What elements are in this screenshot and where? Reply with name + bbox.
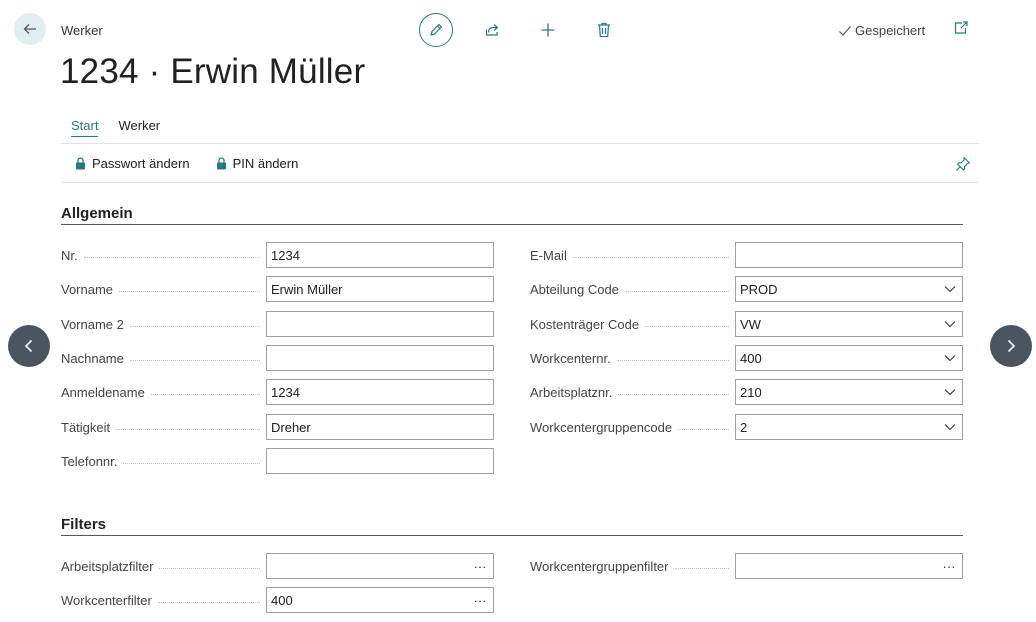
actionbar-divider — [61, 143, 979, 144]
new-button[interactable] — [531, 13, 565, 47]
change-pin-label: PIN ändern — [232, 156, 299, 171]
lock-icon — [216, 157, 226, 170]
lookup-ellipsis-button[interactable]: ··· — [940, 559, 958, 574]
tab-start[interactable]: Start — [71, 118, 99, 137]
field-label-telefonnr: Telefonnr. — [61, 448, 260, 474]
field-label-nr: Nr. — [61, 242, 260, 268]
back-button[interactable] — [14, 13, 46, 45]
chevron-down-icon — [942, 354, 958, 362]
kostentraeger-code-select[interactable]: VW — [735, 311, 963, 337]
pin-icon — [956, 156, 971, 171]
checkmark-icon — [839, 25, 851, 36]
field-label-anmeldename: Anmeldename — [61, 379, 260, 405]
arbeitsplatzfilter-field[interactable]: ··· — [266, 553, 494, 579]
saved-status-label: Gespeichert — [855, 23, 926, 38]
saved-status: Gespeichert — [838, 23, 925, 38]
taetigkeit-field[interactable]: Dreher — [266, 414, 494, 440]
arbeitsplatznr-select[interactable]: 210 — [735, 379, 963, 405]
section-divider — [61, 535, 963, 536]
field-label-workcenterfilter: Workcenterfilter — [61, 587, 260, 613]
telefonnr-field[interactable] — [266, 448, 494, 474]
chevron-left-icon — [24, 339, 33, 353]
anmeldename-field[interactable]: 1234 — [266, 379, 494, 405]
tab-werker[interactable]: Werker — [118, 118, 160, 137]
nr-field[interactable]: 1234 — [266, 242, 494, 268]
field-label-vorname: Vorname — [61, 276, 260, 302]
abteilung-code-select[interactable]: PROD — [735, 276, 963, 302]
previous-record-button[interactable] — [8, 325, 50, 367]
section-title-filters[interactable]: Filters — [61, 516, 106, 533]
trash-icon — [598, 22, 610, 38]
vorname2-field[interactable] — [266, 311, 494, 337]
section-divider — [61, 224, 963, 225]
section-title-allgemein[interactable]: Allgemein — [61, 205, 133, 222]
field-label-kostentraeger-code: Kostenträger Code — [530, 311, 729, 337]
popout-button[interactable] — [953, 20, 969, 41]
share-icon — [485, 24, 499, 36]
next-record-button[interactable] — [990, 325, 1032, 367]
field-label-taetigkeit: Tätigkeit — [61, 414, 260, 440]
workcenternr-select[interactable]: 400 — [735, 345, 963, 371]
delete-button[interactable] — [587, 13, 621, 47]
page-title: 1234 · Erwin Müller — [60, 52, 366, 91]
page-toolbar — [419, 13, 621, 47]
field-label-arbeitsplatzfilter: Arbeitsplatzfilter — [61, 553, 260, 579]
workcentergruppenfilter-field[interactable]: ··· — [735, 553, 963, 579]
field-label-email: E-Mail — [530, 242, 729, 268]
field-label-arbeitsplatznr: Arbeitsplatznr. — [530, 379, 729, 405]
plus-icon — [541, 23, 555, 37]
actionbar-divider — [61, 182, 979, 183]
field-label-workcentergruppencode: Workcentergruppencode — [530, 414, 729, 440]
edit-pencil-icon — [430, 23, 443, 36]
popout-icon — [954, 21, 968, 34]
change-pin-button[interactable]: PIN ändern — [216, 156, 299, 171]
chevron-down-icon — [942, 320, 958, 328]
field-label-workcentergruppenfilter: Workcentergruppenfilter — [530, 553, 729, 579]
lookup-ellipsis-button[interactable]: ··· — [471, 559, 489, 574]
field-label-workcenternr: Workcenternr. — [530, 345, 729, 371]
chevron-right-icon — [1007, 339, 1016, 353]
back-arrow-icon — [23, 24, 36, 34]
change-password-button[interactable]: Passwort ändern — [75, 156, 190, 171]
edit-button[interactable] — [419, 13, 453, 47]
email-field[interactable] — [735, 242, 963, 268]
breadcrumb: Werker — [61, 23, 103, 38]
field-label-abteilung-code: Abteilung Code — [530, 276, 729, 302]
chevron-down-icon — [942, 423, 958, 431]
change-password-label: Passwort ändern — [92, 156, 190, 171]
chevron-down-icon — [942, 285, 958, 293]
vorname-field[interactable]: Erwin Müller — [266, 276, 494, 302]
lookup-ellipsis-button[interactable]: ··· — [471, 593, 489, 608]
field-label-vorname2: Vorname 2 — [61, 311, 260, 337]
chevron-down-icon — [942, 388, 958, 396]
workcentergruppencode-select[interactable]: 2 — [735, 414, 963, 440]
lock-icon — [76, 157, 85, 170]
share-button[interactable] — [475, 13, 509, 47]
pin-actionbar-button[interactable] — [955, 156, 971, 177]
actionbar-tabs: Start Werker — [61, 118, 160, 137]
nachname-field[interactable] — [266, 345, 494, 371]
workcenterfilter-field[interactable]: 400 ··· — [266, 587, 494, 613]
field-label-nachname: Nachname — [61, 345, 260, 371]
actionbar-actions: Passwort ändern PIN ändern — [75, 156, 298, 171]
